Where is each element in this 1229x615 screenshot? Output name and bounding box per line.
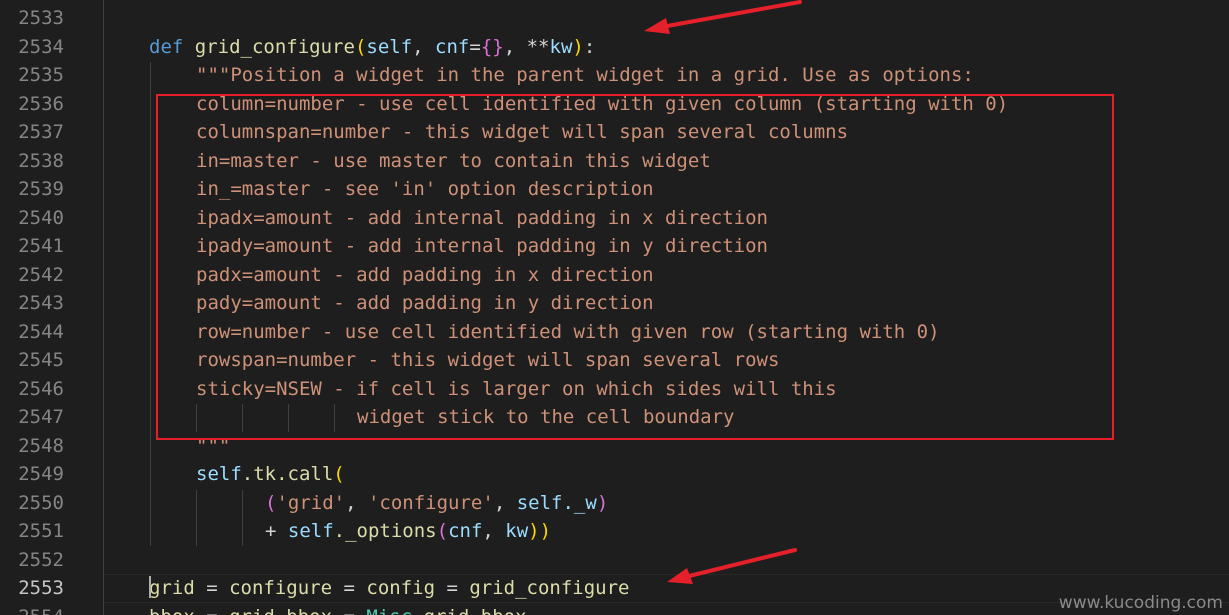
line-number: 2538: [18, 150, 64, 172]
colon: :: [583, 36, 596, 58]
watermark: www.kucoding.com: [1058, 593, 1223, 613]
identifier: grid_configure: [469, 577, 630, 599]
comma: ,: [345, 492, 368, 514]
line-number: 2534: [18, 36, 64, 58]
identifier: grid_bbox: [229, 606, 332, 615]
line-number: 2536: [18, 93, 64, 115]
paren: )): [528, 520, 552, 542]
line-number-active: 2553: [18, 577, 64, 599]
identifier: configure: [229, 577, 333, 599]
method-call: .tk.call: [241, 463, 334, 485]
text-cursor: [149, 576, 151, 598]
line-number: 2546: [18, 378, 64, 400]
keyword-def: def: [149, 36, 184, 58]
identifier: bbox: [149, 606, 195, 615]
self-ref: self: [516, 492, 563, 514]
line-number: 2550: [18, 492, 64, 514]
line-number: 2539: [18, 178, 64, 200]
annotation-arrow-icon: [644, 0, 802, 34]
equals: =: [332, 606, 366, 615]
line-number: 2541: [18, 235, 64, 257]
arg-kw: kw: [505, 520, 529, 542]
paren: (: [333, 463, 345, 485]
equals: =: [435, 577, 470, 599]
identifier: config: [366, 577, 436, 599]
line-number: 2543: [18, 292, 64, 314]
code-line: bbox = grid_bbox = Misc.grid_bbox: [149, 603, 527, 615]
line-number: 2542: [18, 264, 64, 286]
annotation-highlight-box: [156, 94, 1114, 440]
equals: =: [332, 577, 367, 599]
function-name: grid_configure: [194, 36, 355, 58]
attribute: ._w: [562, 492, 597, 514]
line-number: 2551: [18, 520, 64, 542]
method-call: ._options: [333, 520, 437, 542]
string: 'grid': [276, 492, 346, 514]
line-number: 2533: [18, 7, 64, 29]
param-cnf: cnf: [435, 36, 470, 58]
docstring-line: """Position a widget in the parent widge…: [196, 64, 974, 86]
self-ref: self: [196, 463, 242, 485]
code-editor[interactable]: 2533 2534 2535 2536 2537 2538 2539 2540 …: [0, 0, 1229, 615]
equals: =: [469, 36, 481, 58]
line-number: 2544: [18, 321, 64, 343]
identifier: grid: [149, 577, 195, 599]
arg-cnf: cnf: [448, 520, 483, 542]
code-line: grid = configure = config = grid_configu…: [149, 574, 630, 603]
self-ref: self: [287, 520, 334, 542]
double-star: **: [526, 36, 550, 58]
paren: ): [596, 492, 609, 514]
code-line: ('grid', 'configure', self._w): [265, 489, 608, 518]
line-number: 2535: [18, 64, 64, 86]
line-number: 2540: [18, 207, 64, 229]
param-kw: kw: [549, 36, 573, 58]
comma: ,: [493, 492, 517, 514]
paren: (: [265, 492, 277, 514]
comma: ,: [482, 520, 506, 542]
string: 'configure': [367, 492, 494, 514]
annotation-arrow-icon: [667, 548, 797, 584]
equals: =: [194, 577, 230, 599]
class-name: Misc: [366, 606, 412, 615]
line-number-gutter: 2533 2534 2535 2536 2537 2538 2539 2540 …: [0, 0, 80, 615]
equals: =: [195, 606, 229, 615]
line-number: 2548: [18, 435, 64, 457]
plus: +: [265, 520, 288, 542]
paren: (: [354, 36, 367, 58]
line-number: 2552: [18, 549, 64, 571]
identifier: .grid_bbox: [412, 606, 526, 615]
line-number: 2549: [18, 463, 64, 485]
paren: ): [572, 36, 584, 58]
code-line: def grid_configure(self, cnf={}, **kw):: [149, 33, 595, 62]
paren: (: [436, 520, 449, 542]
comma: ,: [503, 36, 527, 58]
comma: ,: [412, 36, 436, 58]
line-number: 2547: [18, 406, 64, 428]
param-self: self: [366, 36, 413, 58]
line-number: 2545: [18, 349, 64, 371]
braces: {}: [480, 36, 504, 58]
code-line: + self._options(cnf, kw)): [265, 517, 551, 546]
line-number: 2554: [0, 603, 64, 615]
code-line: self.tk.call(: [196, 460, 345, 489]
line-number: 2537: [18, 121, 64, 143]
